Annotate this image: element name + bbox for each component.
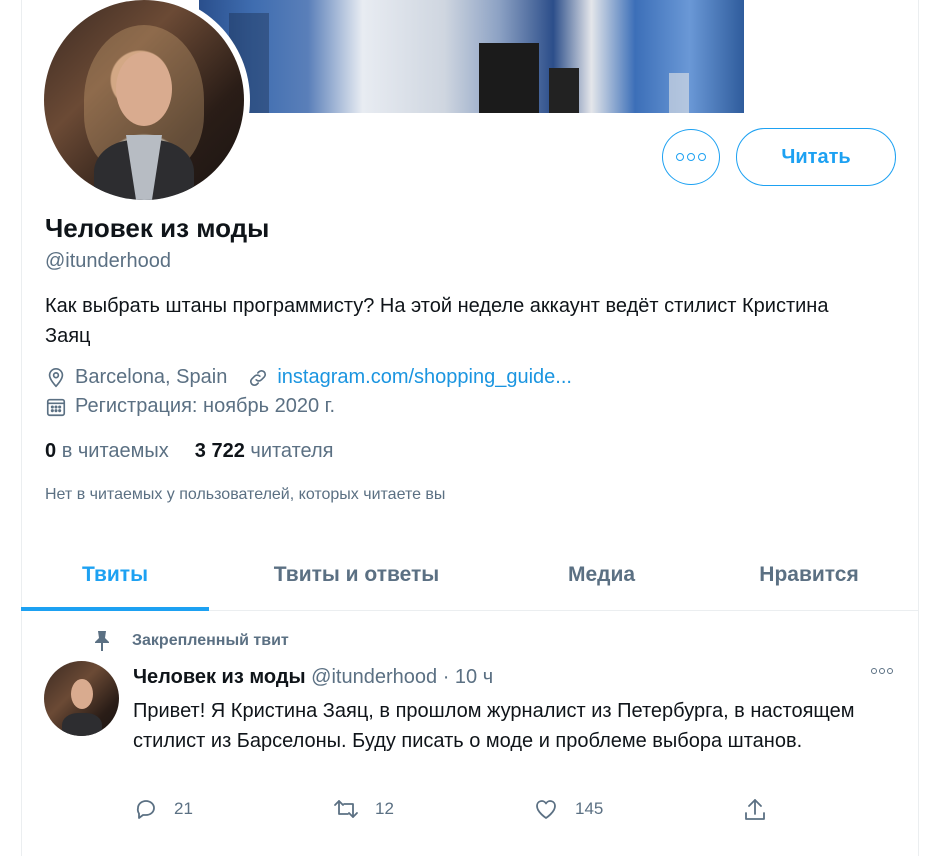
retweet-count: 12: [375, 799, 394, 818]
pin-icon: [95, 631, 109, 651]
like-count: 145: [575, 799, 604, 818]
tweet-more-button[interactable]: [870, 668, 894, 674]
profile-banner-image[interactable]: [199, 0, 744, 113]
followers-label: читателя: [250, 440, 334, 462]
retweet-button[interactable]: 12: [333, 797, 394, 821]
following-label: в читаемых: [61, 440, 169, 462]
profile-joined-row: Регистрация: ноябрь 2020 г.: [45, 395, 335, 418]
tweet-author[interactable]: Человек из моды: [133, 666, 306, 688]
tab-media[interactable]: Медиа: [504, 540, 699, 610]
tweet-handle[interactable]: @itunderhood: [311, 666, 437, 688]
pinned-label: Закрепленный твит: [132, 632, 289, 649]
follow-counts: 0 в читаемых 3 722 читателя: [45, 440, 334, 463]
tweet-separator: ·: [442, 666, 450, 688]
more-dots-icon: [676, 153, 684, 161]
profile-location: Barcelona, Spain: [75, 366, 228, 388]
tab-tweets-and-replies[interactable]: Твиты и ответы: [209, 540, 504, 610]
profile-name: Человек из моды: [45, 213, 270, 243]
tweet-header: Человек из моды @itunderhood · 10 ч: [133, 666, 493, 689]
tweet-more-icon: [871, 668, 877, 674]
retweet-icon: [334, 800, 358, 818]
share-icon: [745, 799, 765, 820]
followers-link[interactable]: 3 722 читателя: [195, 440, 334, 462]
profile-avatar[interactable]: [44, 0, 244, 200]
profile-meta-row: Barcelona, Spain instagram.com/shopping_…: [45, 366, 572, 389]
pinned-indicator: Закрепленный твит: [92, 630, 289, 652]
reply-count: 21: [174, 799, 193, 818]
reply-button[interactable]: 21: [134, 797, 193, 821]
profile-handle: @itunderhood: [45, 250, 171, 272]
tab-likes[interactable]: Нравится: [699, 540, 919, 610]
following-link[interactable]: 0 в читаемых: [45, 440, 169, 462]
followers-count: 3 722: [194, 440, 245, 462]
heart-icon: [536, 800, 556, 819]
following-count: 0: [45, 440, 57, 462]
reply-icon: [136, 800, 155, 819]
profile-bio: Как выбрать штаны программисту? На этой …: [45, 295, 829, 347]
tweet-time[interactable]: 10 ч: [455, 666, 493, 688]
more-options-button[interactable]: [662, 129, 720, 185]
share-button[interactable]: [743, 797, 783, 823]
tweet-avatar[interactable]: [44, 661, 119, 736]
profile-website-link[interactable]: instagram.com/shopping_guide...: [277, 366, 572, 389]
like-button[interactable]: 145: [533, 797, 603, 821]
followers-you-know[interactable]: Нет в читаемых у пользователей, которых …: [45, 486, 445, 504]
calendar-icon: [46, 398, 66, 416]
follow-button[interactable]: Читать: [736, 128, 896, 186]
location-icon: [48, 367, 64, 387]
profile-tabs: Твиты Твиты и ответы Медиа Нравится: [21, 540, 919, 611]
profile-joined: Регистрация: ноябрь 2020 г.: [75, 395, 336, 417]
link-icon: [250, 369, 267, 386]
tab-tweets[interactable]: Твиты: [21, 540, 209, 611]
tweet-text: Привет! Я Кристина Заяц, в прошлом журна…: [133, 700, 855, 752]
